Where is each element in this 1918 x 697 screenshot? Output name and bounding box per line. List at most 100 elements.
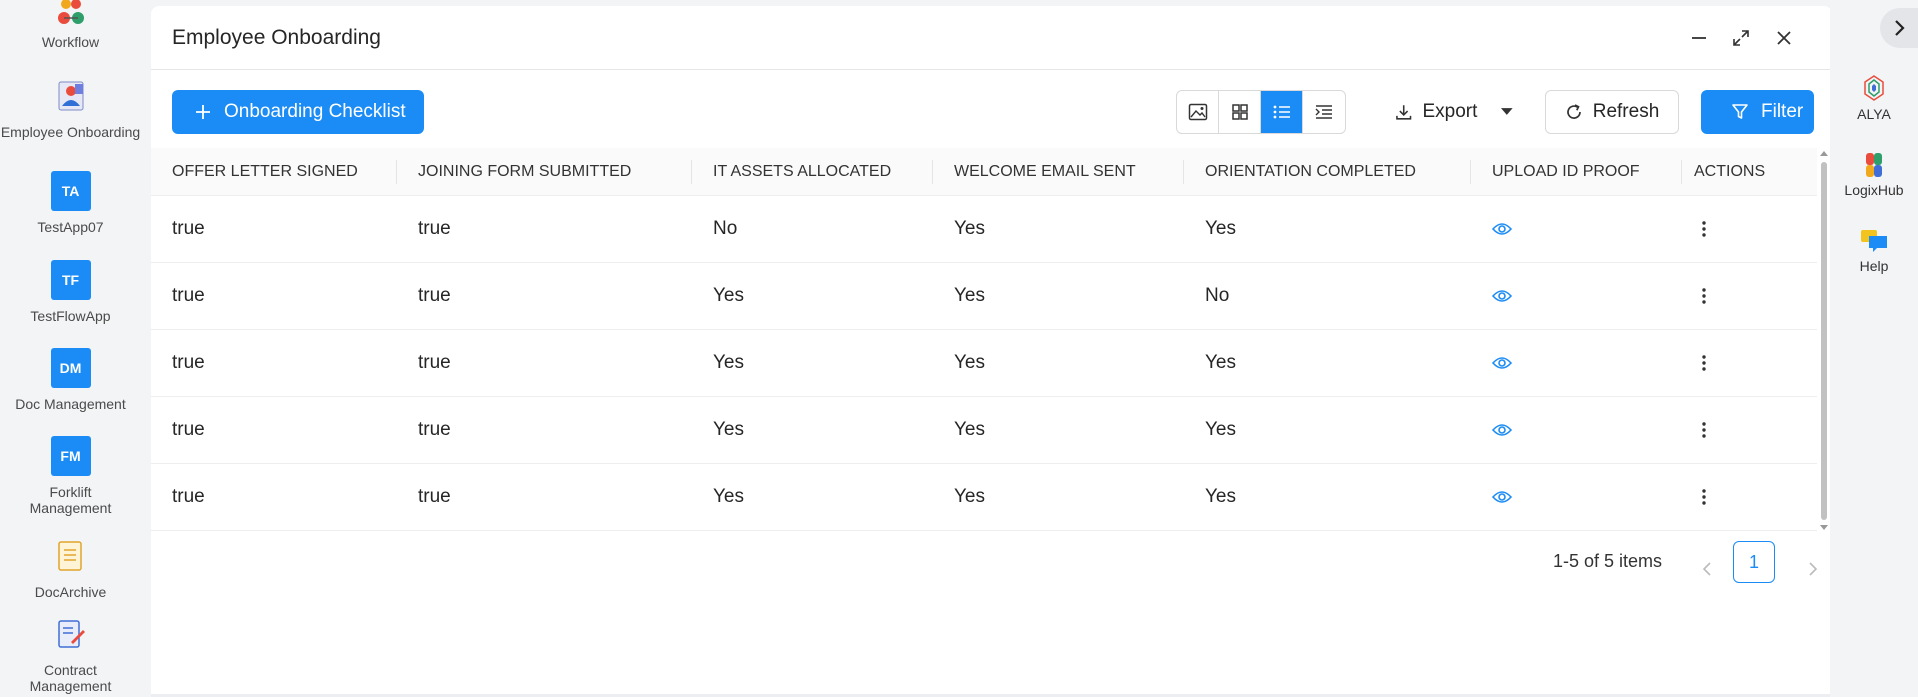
app-badge: FM [50, 436, 91, 476]
more-vertical-icon[interactable] [1694, 487, 1714, 507]
chevron-left-icon [1702, 562, 1711, 576]
help-chat-icon [1861, 230, 1887, 252]
page-1-button[interactable]: 1 [1733, 541, 1775, 583]
close-button[interactable] [1769, 23, 1799, 53]
table-cell: Yes [954, 218, 985, 239]
main-panel: Employee Onboarding Onboarding Checklist [151, 6, 1832, 697]
chevron-right-icon [1895, 20, 1905, 36]
page-title: Employee Onboarding [172, 26, 381, 49]
minimize-icon [1692, 37, 1706, 39]
minimize-button[interactable] [1684, 23, 1714, 53]
plus-icon [196, 105, 210, 119]
table-row[interactable]: true true Yes Yes Yes [151, 464, 1817, 531]
sidebar-app-label: Forklift Management [29, 484, 112, 516]
table-cell: true [172, 419, 205, 440]
alya-icon [1864, 75, 1884, 101]
download-icon [1396, 105, 1412, 120]
table-cell: Yes [954, 285, 985, 306]
table-cell: Yes [1205, 352, 1236, 373]
more-vertical-icon[interactable] [1694, 353, 1714, 373]
scrollbar-thumb[interactable] [1821, 162, 1827, 520]
rail-item-logixhub[interactable]: LogixHub [1830, 150, 1918, 198]
table-cell: true [418, 486, 451, 507]
refresh-icon [1566, 104, 1581, 119]
expand-icon [1733, 30, 1749, 46]
rail-item-label: Help [1859, 258, 1889, 274]
table-cell: true [172, 352, 205, 373]
column-header[interactable]: JOINING FORM SUBMITTED [397, 148, 692, 195]
export-label: Export [1422, 101, 1478, 122]
table-cell: true [418, 352, 451, 373]
table-cell: Yes [1205, 218, 1236, 239]
sidebar-app-label: Contract Management [29, 662, 112, 694]
sidebar-app-forklift-management[interactable]: FM Forklift Management [0, 436, 141, 516]
table-row[interactable]: true true Yes Yes Yes [151, 397, 1817, 464]
expand-button[interactable] [1726, 23, 1756, 53]
sidebar-app-label: Workflow [41, 34, 100, 50]
prev-page-button[interactable] [1692, 554, 1722, 584]
vertical-scrollbar[interactable] [1818, 148, 1830, 533]
more-vertical-icon[interactable] [1694, 219, 1714, 239]
app-badge: TA [50, 171, 91, 211]
rail-item-alya[interactable]: ALYA [1830, 72, 1918, 122]
chevron-right-icon [1809, 562, 1818, 576]
grid-icon [1231, 104, 1248, 120]
refresh-button[interactable]: Refresh [1545, 90, 1679, 134]
actions-cell [1682, 397, 1817, 463]
table-row[interactable]: true true Yes Yes Yes [151, 330, 1817, 397]
sidebar-app-testflowapp[interactable]: TF TestFlowApp [0, 260, 141, 324]
table-header: OFFER LETTER SIGNED JOINING FORM SUBMITT… [151, 148, 1817, 196]
actions-cell [1682, 263, 1817, 329]
workflow-icon [51, 0, 91, 30]
sidebar-app-employee-onboarding[interactable]: Employee Onboarding [0, 76, 141, 140]
column-header[interactable]: ORIENTATION COMPLETED [1184, 148, 1471, 195]
close-icon [1777, 31, 1791, 45]
sidebar-app-docarchive[interactable]: DocArchive [0, 536, 141, 600]
sidebar-app-contract-management[interactable]: Contract Management [0, 614, 141, 694]
rail-item-label: LogixHub [1844, 182, 1904, 198]
panel-header: Employee Onboarding [151, 6, 1832, 70]
eye-icon[interactable] [1492, 356, 1512, 370]
table-row[interactable]: true true Yes Yes No [151, 263, 1817, 330]
image-icon [1188, 103, 1207, 121]
column-header[interactable]: IT ASSETS ALLOCATED [692, 148, 933, 195]
upload-id-proof-cell [1471, 263, 1682, 329]
eye-icon[interactable] [1492, 222, 1512, 236]
sidebar-app-testapp07[interactable]: TA TestApp07 [0, 171, 141, 235]
eye-icon[interactable] [1492, 289, 1512, 303]
detail-view-button[interactable] [1303, 91, 1345, 133]
add-onboarding-checklist-button[interactable]: Onboarding Checklist [172, 90, 424, 134]
view-switcher [1176, 90, 1346, 134]
next-page-button[interactable] [1798, 554, 1828, 584]
image-view-button[interactable] [1177, 91, 1219, 133]
grid-view-button[interactable] [1219, 91, 1261, 133]
collapse-panel-button[interactable] [1880, 8, 1918, 48]
toolbar: Onboarding Checklist Export Refresh Filt… [151, 70, 1832, 148]
upload-id-proof-cell [1471, 330, 1682, 396]
table-cell: Yes [1205, 419, 1236, 440]
upload-id-proof-cell [1471, 464, 1682, 530]
eye-icon[interactable] [1492, 423, 1512, 437]
filter-button[interactable]: Filter [1701, 90, 1814, 134]
upload-id-proof-cell [1471, 397, 1682, 463]
app-badge: TF [50, 260, 91, 300]
more-vertical-icon[interactable] [1694, 286, 1714, 306]
list-view-button[interactable] [1261, 91, 1303, 133]
export-dropdown[interactable]: Export [1383, 90, 1513, 134]
more-vertical-icon[interactable] [1694, 420, 1714, 440]
rail-item-help[interactable]: Help [1830, 226, 1918, 274]
table-cell: Yes [713, 285, 744, 306]
sidebar-app-workflow[interactable]: Workflow [0, 0, 141, 50]
table-row[interactable]: true true No Yes Yes [151, 196, 1817, 263]
eye-icon[interactable] [1492, 490, 1512, 504]
rail-item-label: ALYA [1857, 106, 1891, 122]
column-header[interactable]: UPLOAD ID PROOF [1471, 148, 1682, 195]
sidebar-app-doc-management[interactable]: DM Doc Management [0, 348, 141, 412]
logixhub-icon [1866, 153, 1882, 177]
table-cell: true [172, 285, 205, 306]
column-header[interactable]: WELCOME EMAIL SENT [933, 148, 1184, 195]
filter-label: Filter [1761, 101, 1804, 122]
column-header[interactable]: OFFER LETTER SIGNED [151, 148, 397, 195]
table-cell: Yes [713, 419, 744, 440]
scroll-up-icon [1820, 151, 1828, 156]
